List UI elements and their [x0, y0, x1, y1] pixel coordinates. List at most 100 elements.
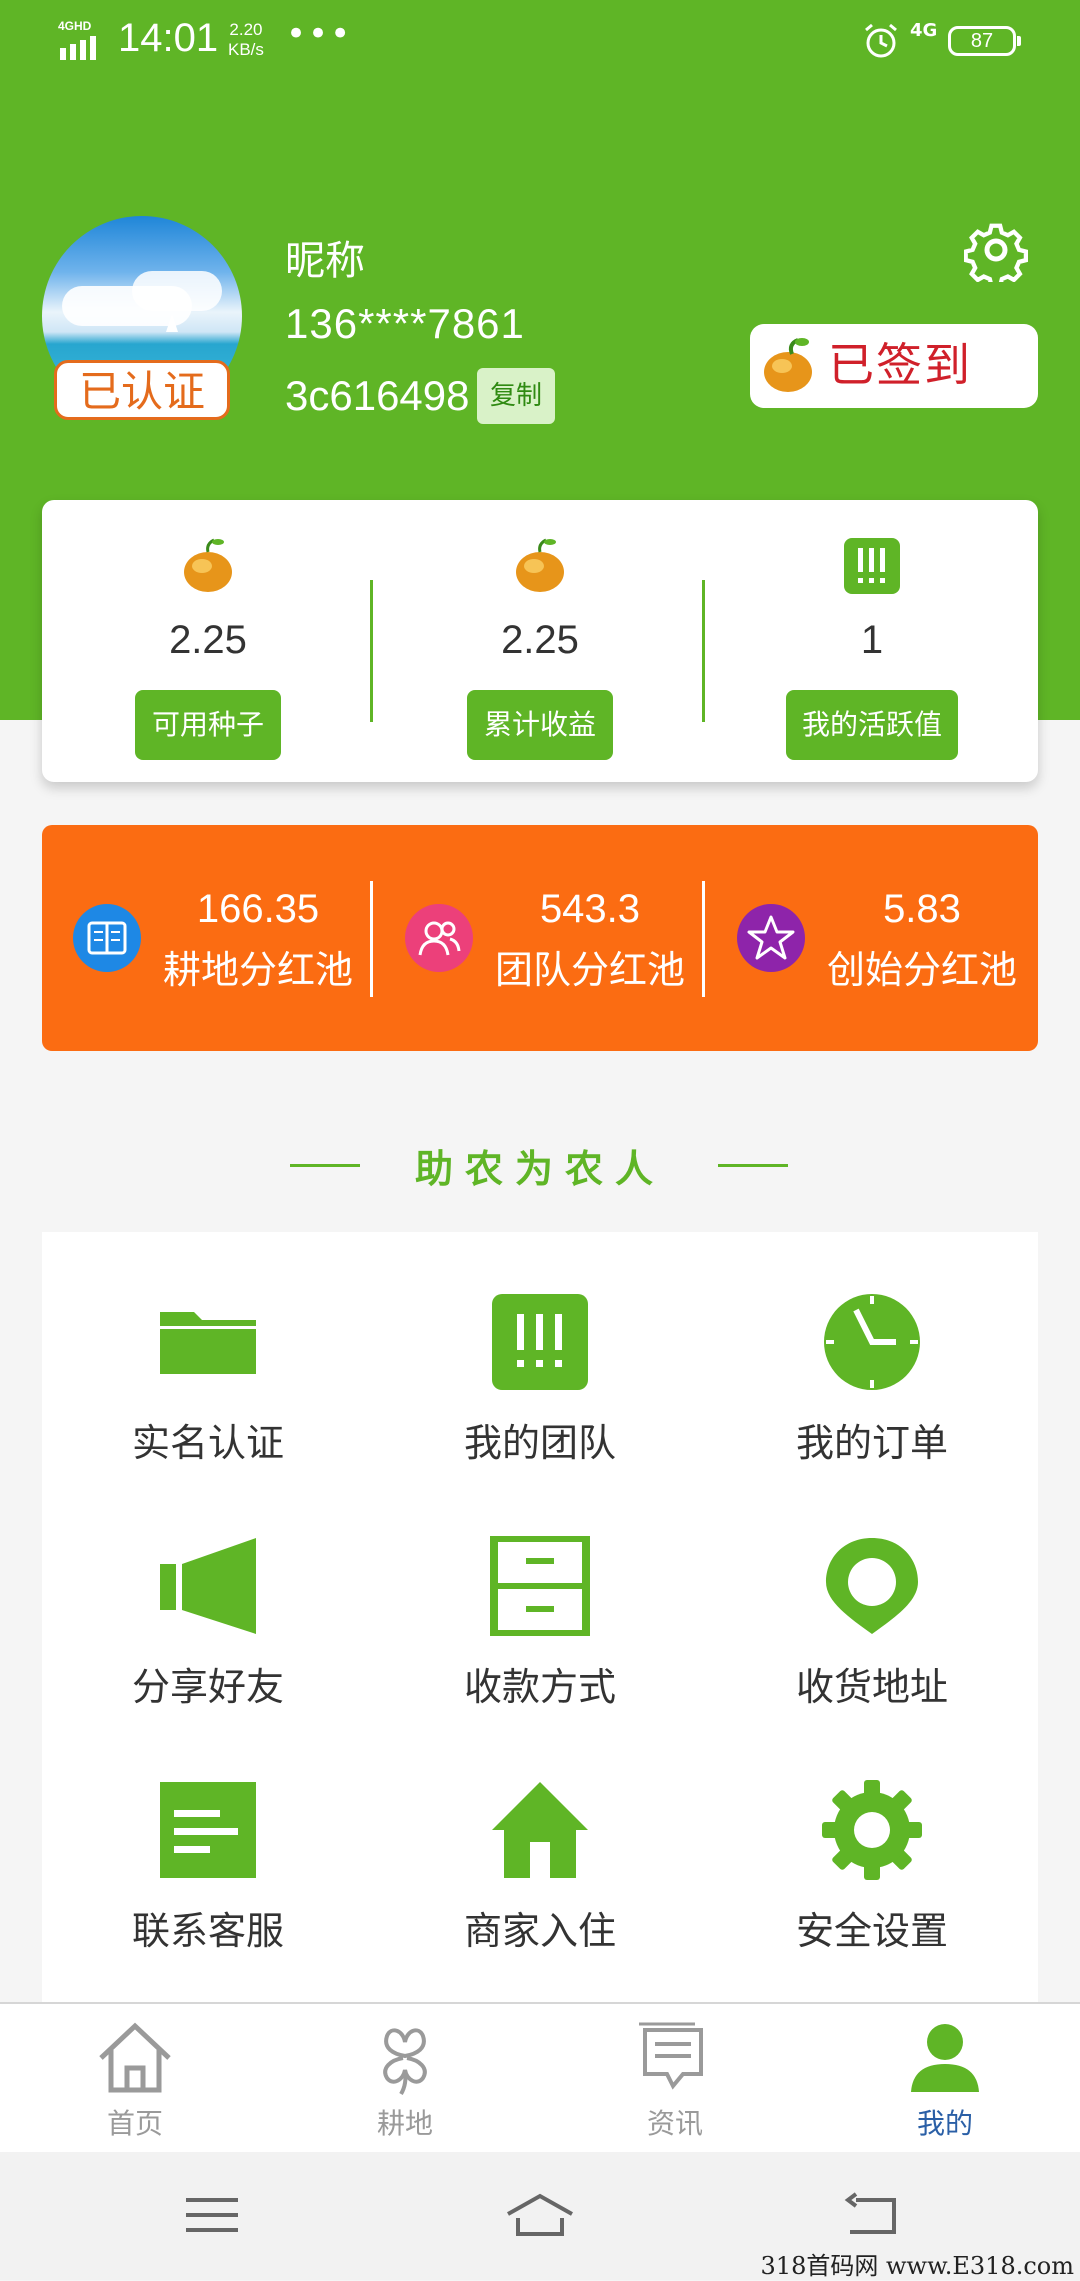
menu-shipping-address[interactable]: 收货地址 — [706, 1476, 1038, 1716]
menu-customer-service[interactable]: 联系客服 — [42, 1720, 374, 1960]
menu-payment-method[interactable]: 收款方式 — [374, 1476, 706, 1716]
stat-seeds: 2.25 可用种子 — [42, 500, 374, 782]
menu-label: 收款方式 — [463, 1665, 616, 1709]
folder-icon — [160, 1312, 256, 1374]
menu-my-orders[interactable]: 我的订单 — [706, 1232, 1038, 1472]
people-icon — [405, 904, 473, 972]
bottom-tab-bar: 首页 耕地 资讯 我的 — [0, 2002, 1080, 2154]
home-outline-icon — [99, 2022, 171, 2093]
location-pin-icon — [826, 1538, 918, 1634]
pool-founder[interactable]: 5.83 创始分红池 — [706, 825, 1038, 1051]
speed-unit: KB/s — [228, 40, 264, 59]
section-title: 助农为农人 — [414, 1147, 665, 1191]
tab-label: 我的 — [916, 2107, 973, 2140]
clock-icon — [824, 1294, 920, 1390]
divider — [702, 580, 705, 722]
pool-label: 创始分红池 — [826, 948, 1017, 992]
stat-value: 2.25 — [169, 618, 247, 662]
pool-value: 166.35 — [196, 887, 320, 931]
exclamation-box-icon — [844, 538, 900, 594]
available-seeds-button[interactable]: 可用种子 — [135, 690, 281, 760]
menu-share-friends[interactable]: 分享好友 — [42, 1476, 374, 1716]
section-heading: 助农为农人 — [0, 1134, 1080, 1194]
menu-label: 收货地址 — [795, 1665, 948, 1709]
menu-my-team[interactable]: 我的团队 — [374, 1232, 706, 1472]
signal-icon: 4GHD — [58, 19, 96, 60]
pool-label: 团队分红池 — [494, 948, 685, 992]
heading-line — [718, 1164, 788, 1167]
tab-home[interactable]: 首页 — [0, 2004, 270, 2154]
gear-icon — [822, 1780, 922, 1880]
user-icon — [911, 2024, 979, 2092]
menu-label: 安全设置 — [795, 1909, 948, 1953]
total-earnings-button[interactable]: 累计收益 — [467, 690, 613, 760]
signin-label: 已签到 — [828, 338, 972, 392]
tab-label: 资讯 — [646, 2107, 703, 2140]
bean-icon — [184, 538, 232, 592]
home-nav-icon[interactable] — [504, 2190, 576, 2240]
clover-icon — [383, 2028, 427, 2096]
divider — [370, 881, 373, 997]
stats-card: 2.25 可用种子 2.25 累计收益 1 我的活跃值 — [42, 500, 1038, 782]
activity-value-button[interactable]: 我的活跃值 — [786, 690, 958, 760]
pool-value: 543.3 — [539, 887, 641, 931]
star-icon — [737, 904, 805, 972]
settings-gear-icon[interactable] — [964, 218, 1028, 282]
avatar-sail — [166, 314, 178, 332]
home-icon — [492, 1782, 588, 1878]
more-dots-icon: ••• — [286, 14, 353, 54]
stat-earnings: 2.25 累计收益 — [374, 500, 706, 782]
team-icon — [492, 1294, 588, 1390]
signin-button[interactable]: 已签到 — [750, 324, 1038, 408]
verified-badge: 已认证 — [54, 360, 230, 420]
megaphone-icon — [160, 1538, 256, 1634]
svg-text:4GHD: 4GHD — [58, 19, 92, 33]
tab-farmland[interactable]: 耕地 — [270, 2004, 540, 2154]
menu-label: 我的订单 — [795, 1421, 948, 1465]
tab-label: 首页 — [106, 2107, 163, 2140]
watermark: 318首码网 www.E318.com — [760, 2252, 1074, 2280]
back-icon[interactable] — [842, 2190, 902, 2240]
copy-button[interactable]: 复制 — [477, 368, 555, 424]
menu-label: 商家入住 — [463, 1909, 616, 1953]
status-time: 14:01 — [118, 16, 219, 60]
bean-icon — [516, 538, 564, 592]
cabinet-icon — [490, 1536, 590, 1636]
menu-label: 实名认证 — [131, 1421, 284, 1465]
pool-label: 耕地分红池 — [162, 948, 353, 992]
menu-label: 我的团队 — [463, 1421, 616, 1465]
battery-level: 87 — [970, 30, 994, 52]
menu-grid: 实名认证 我的团队 我的订单 分享好友 收款方式 收货地址 联系客服 商家入住 … — [42, 1232, 1038, 2002]
tab-news[interactable]: 资讯 — [540, 2004, 810, 2154]
network-speed: 2.20 KB/s — [228, 20, 264, 60]
menu-merchant-join[interactable]: 商家入住 — [374, 1720, 706, 1960]
bean-icon — [764, 338, 812, 392]
avatar-cloud — [132, 271, 222, 311]
stat-value: 1 — [860, 618, 884, 662]
tab-label: 耕地 — [376, 2107, 433, 2140]
menu-label: 分享好友 — [131, 1665, 284, 1709]
book-icon — [73, 904, 141, 972]
document-icon — [160, 1782, 256, 1878]
speed-value: 2.20 — [229, 20, 263, 39]
user-code: 3c616498 — [285, 372, 470, 419]
stat-activity: 1 我的活跃值 — [706, 500, 1038, 782]
chat-icon — [639, 2022, 703, 2090]
tab-mine[interactable]: 我的 — [810, 2004, 1080, 2154]
menu-real-name[interactable]: 实名认证 — [42, 1232, 374, 1472]
alarm-icon — [865, 23, 897, 58]
phone-number: 136****7861 — [285, 300, 525, 347]
nickname: 昵称 — [285, 238, 365, 284]
pool-farmland[interactable]: 166.35 耕地分红池 — [42, 825, 374, 1051]
status-bar: 4GHD 14:01 2.20 KB/s ••• 4G 87 — [0, 0, 1080, 84]
pool-value: 5.83 — [883, 887, 961, 931]
menu-label: 联系客服 — [131, 1909, 284, 1953]
network-type: 4G — [910, 20, 938, 41]
pool-team[interactable]: 543.3 团队分红池 — [374, 825, 706, 1051]
menu-security-settings[interactable]: 安全设置 — [706, 1720, 1038, 1960]
dividend-pools-bar: 166.35 耕地分红池 543.3 团队分红池 5.83 创始分红池 — [42, 825, 1038, 1051]
divider — [702, 881, 705, 997]
battery-icon: 87 — [948, 26, 1021, 56]
stat-value: 2.25 — [501, 618, 579, 662]
menu-icon[interactable] — [182, 2190, 242, 2240]
